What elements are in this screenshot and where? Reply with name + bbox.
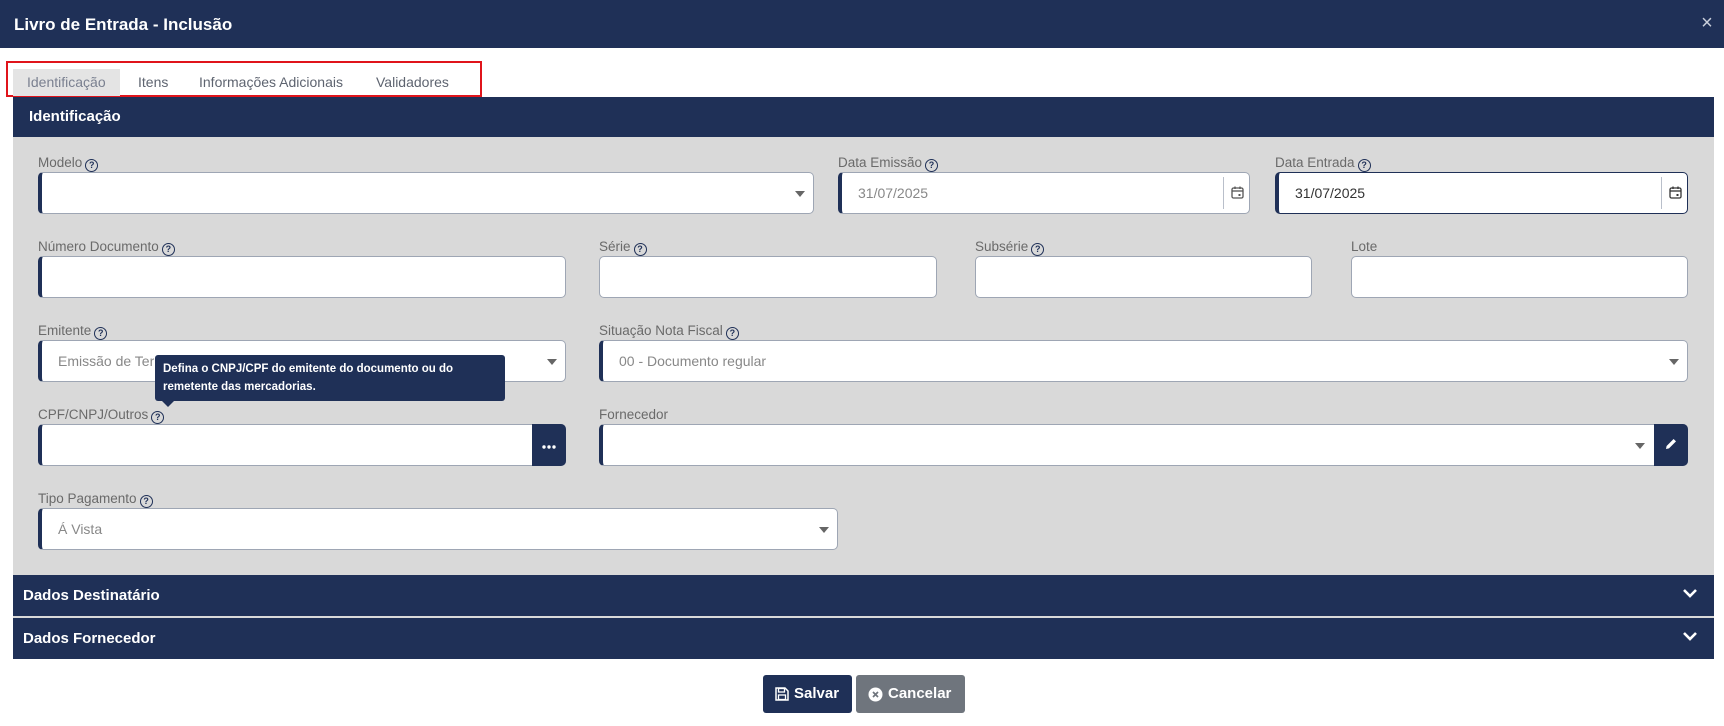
chevron-down-icon: [1669, 359, 1679, 365]
lote-label: Lote: [1351, 239, 1378, 254]
save-icon: [775, 687, 789, 701]
help-icon[interactable]: ?: [85, 159, 99, 172]
tipo-pagamento-label: Tipo Pagamento?: [38, 491, 153, 508]
tab-identificacao[interactable]: Identificação: [13, 69, 120, 96]
cpf-label: CPF/CNPJ/Outros?: [38, 407, 165, 424]
help-icon[interactable]: ?: [1031, 243, 1045, 256]
serie-label: Série?: [599, 239, 647, 256]
help-icon[interactable]: ?: [139, 495, 153, 508]
numero-documento-label: Número Documento?: [38, 239, 175, 256]
emitente-label: Emitente?: [38, 323, 108, 340]
situacao-label: Situação Nota Fiscal?: [599, 323, 739, 340]
dialog-title-bar: Livro de Entrada - Inclusão ×: [0, 0, 1724, 48]
help-tooltip: Defina o CNPJ/CPF do emitente do documen…: [155, 355, 505, 407]
lote-input[interactable]: [1351, 256, 1688, 298]
tab-validadores[interactable]: Validadores: [362, 69, 463, 96]
save-button-label: Salvar: [794, 685, 840, 702]
help-icon[interactable]: ?: [161, 243, 175, 256]
chevron-down-icon: [819, 527, 829, 533]
calendar-icon[interactable]: [1223, 177, 1249, 209]
help-icon[interactable]: ?: [94, 327, 108, 340]
help-icon[interactable]: ?: [925, 159, 939, 172]
help-icon[interactable]: ?: [151, 411, 165, 424]
modelo-select[interactable]: [38, 172, 814, 214]
save-button[interactable]: Salvar: [763, 675, 852, 713]
section-dados-destinatario[interactable]: Dados Destinatário: [13, 575, 1714, 616]
data-emissao-label: Data Emissão?: [838, 155, 939, 172]
numero-documento-input[interactable]: [38, 256, 566, 298]
more-options-button[interactable]: [532, 424, 566, 466]
data-emissao-value: 31/07/2025: [858, 185, 929, 201]
help-icon[interactable]: ?: [633, 243, 647, 256]
emitente-value: Emissão de Ter: [58, 353, 155, 369]
tipo-pagamento-select[interactable]: Á Vista: [38, 508, 838, 550]
section-title: Identificação: [13, 97, 1714, 137]
chevron-down-icon: [1683, 589, 1697, 598]
section-dados-fornecedor[interactable]: Dados Fornecedor: [13, 618, 1714, 659]
data-entrada-label: Data Entrada?: [1275, 155, 1371, 172]
tipo-pagamento-value: Á Vista: [58, 521, 103, 537]
cancel-icon: [868, 687, 883, 702]
help-icon[interactable]: ?: [1357, 159, 1371, 172]
tab-itens[interactable]: Itens: [124, 69, 182, 96]
situacao-value: 00 - Documento regular: [619, 353, 767, 369]
subserie-input[interactable]: [975, 256, 1312, 298]
dialog-title: Livro de Entrada - Inclusão: [14, 15, 233, 34]
section-dados-fornecedor-title: Dados Fornecedor: [23, 630, 156, 647]
edit-fornecedor-button[interactable]: [1654, 424, 1688, 466]
fornecedor-label: Fornecedor: [599, 407, 669, 422]
cancel-button-label: Cancelar: [888, 685, 952, 702]
close-icon[interactable]: ×: [1698, 13, 1716, 33]
calendar-icon[interactable]: [1661, 177, 1687, 209]
data-emissao-input[interactable]: 31/07/2025: [838, 172, 1250, 214]
cancel-button[interactable]: Cancelar: [856, 675, 965, 713]
data-entrada-input[interactable]: 31/07/2025: [1275, 172, 1688, 214]
cpf-input[interactable]: [38, 424, 566, 466]
chevron-down-icon: [795, 191, 805, 197]
subserie-label: Subsérie?: [975, 239, 1045, 256]
tab-informacoes-adicionais[interactable]: Informações Adicionais: [185, 69, 357, 96]
chevron-down-icon: [1635, 443, 1645, 449]
fornecedor-select[interactable]: [599, 424, 1688, 466]
serie-input[interactable]: [599, 256, 937, 298]
modelo-label: Modelo?: [38, 155, 99, 172]
situacao-select[interactable]: 00 - Documento regular: [599, 340, 1688, 382]
chevron-down-icon: [547, 359, 557, 365]
data-entrada-value: 31/07/2025: [1295, 185, 1366, 201]
chevron-down-icon: [1683, 632, 1697, 641]
help-icon[interactable]: ?: [725, 327, 739, 340]
section-dados-destinatario-title: Dados Destinatário: [23, 587, 160, 604]
